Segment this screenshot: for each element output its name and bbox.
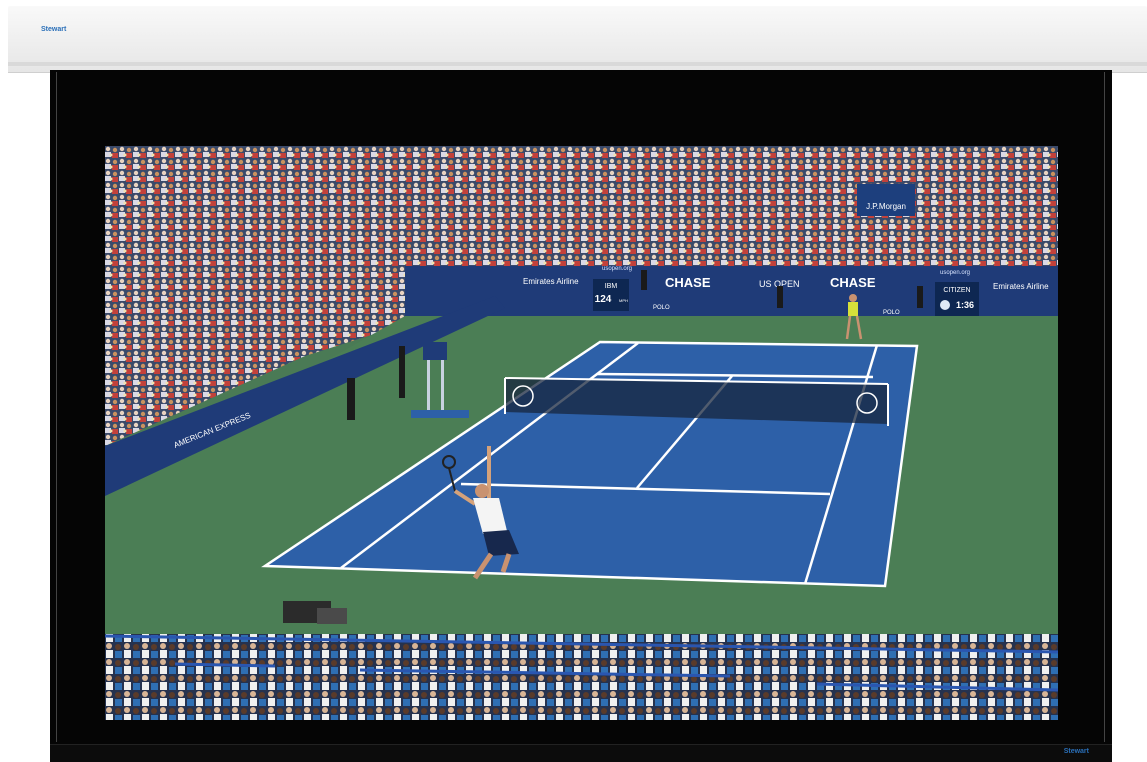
sign-usopen-org-right: usopen.org bbox=[940, 270, 970, 276]
foreground-crowd bbox=[105, 634, 1058, 720]
tennis-stadium-image: J.P.Morgan Emirates Airline CHASE US OPE… bbox=[105, 146, 1058, 720]
brand-logo-top: Stewart bbox=[41, 26, 67, 33]
sign-emirates-right: Emirates Airline bbox=[993, 282, 1049, 291]
tension-cable-left bbox=[56, 72, 57, 742]
screen-bottom-bar bbox=[50, 744, 1112, 762]
housing-slot bbox=[8, 62, 1147, 66]
sign-polo-right: POLO bbox=[883, 310, 900, 316]
ibm-label: IBM bbox=[605, 283, 618, 290]
sign-usopen-org-left: usopen.org bbox=[602, 266, 632, 272]
sign-chase-1: CHASE bbox=[665, 275, 711, 290]
sign-polo-left: POLO bbox=[653, 305, 670, 311]
tennis-scene: J.P.Morgan Emirates Airline CHASE US OPE… bbox=[105, 146, 1058, 720]
jpmorgan-box bbox=[857, 184, 915, 216]
tension-cable-right bbox=[1104, 72, 1105, 742]
sign-emirates-left: Emirates Airline bbox=[523, 277, 579, 286]
match-time: 1:36 bbox=[956, 300, 974, 310]
sign-chase-2: CHASE bbox=[830, 275, 876, 290]
citizen-label: CITIZEN bbox=[943, 287, 970, 294]
serve-speed-unit: MPH bbox=[619, 298, 628, 303]
brand-logo-bottom: Stewart bbox=[1063, 748, 1089, 755]
jpmorgan-sign: J.P.Morgan bbox=[866, 202, 906, 211]
serve-speed: 124 bbox=[595, 294, 612, 305]
clock-icon bbox=[940, 300, 950, 310]
